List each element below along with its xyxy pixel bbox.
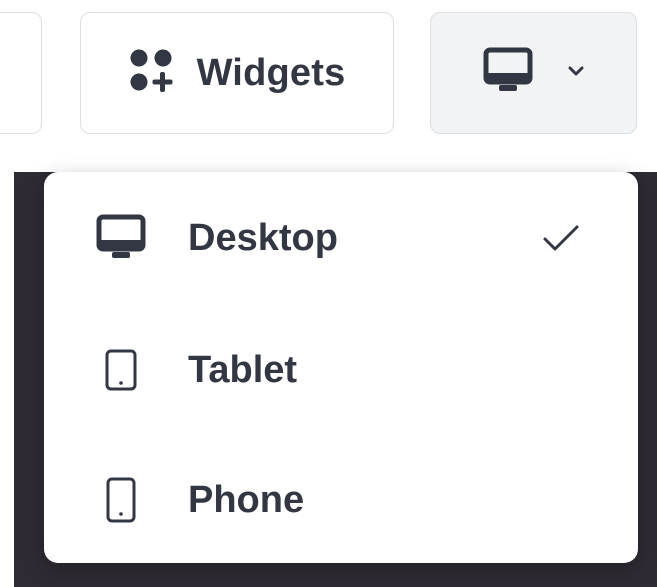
menu-item-phone[interactable]: Phone xyxy=(44,440,638,560)
menu-item-label: Tablet xyxy=(188,348,298,391)
checkmark-icon xyxy=(539,216,583,260)
menu-item-desktop[interactable]: Desktop xyxy=(44,178,638,298)
desktop-icon xyxy=(96,213,146,263)
menu-item-label: Desktop xyxy=(188,216,338,259)
device-selector-button[interactable] xyxy=(430,12,637,134)
menu-item-tablet[interactable]: Tablet xyxy=(44,310,638,430)
menu-item-label: Phone xyxy=(188,478,305,521)
chevron-down-icon xyxy=(567,64,585,82)
editor-page: Widgets Desktop Tablet Phone xyxy=(0,0,657,587)
tablet-icon xyxy=(96,345,146,395)
toolbar-button-partial[interactable] xyxy=(0,12,42,134)
widgets-button[interactable]: Widgets xyxy=(80,12,394,134)
widgets-label: Widgets xyxy=(196,51,346,94)
device-dropdown-menu: Desktop Tablet Phone xyxy=(44,172,638,563)
widgets-icon xyxy=(129,48,175,99)
phone-icon xyxy=(96,475,146,525)
toolbar: Widgets xyxy=(0,0,657,172)
desktop-icon xyxy=(483,47,533,100)
